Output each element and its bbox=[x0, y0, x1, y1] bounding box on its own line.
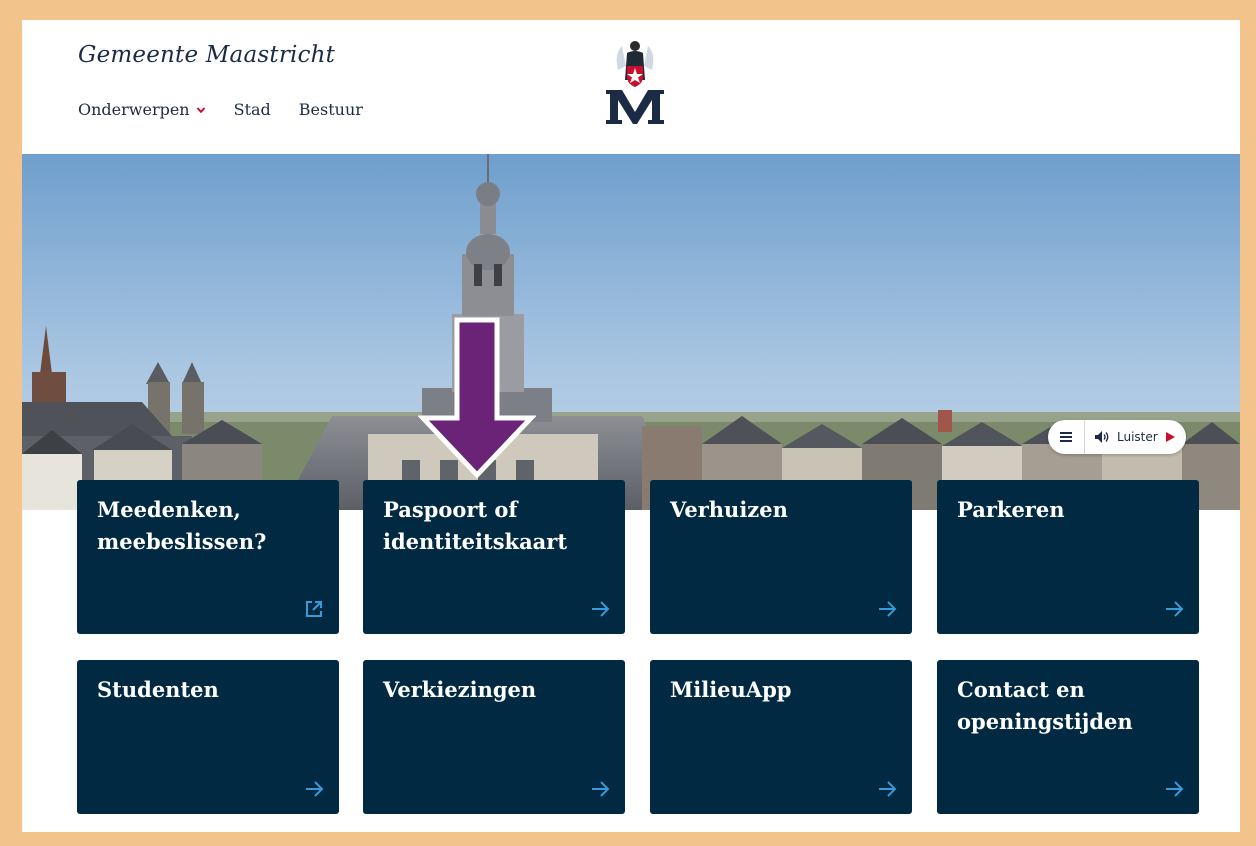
tile-verhuizen[interactable]: Verhuizen bbox=[650, 480, 912, 634]
site-title[interactable]: Gemeente Maastricht bbox=[78, 42, 335, 68]
arrow-right-icon bbox=[306, 781, 324, 797]
chevron-down-icon bbox=[196, 106, 205, 113]
nav-item-label: Stad bbox=[233, 100, 271, 119]
main-nav: Onderwerpen Stad Bestuur bbox=[78, 100, 363, 119]
arrow-right-icon bbox=[1166, 601, 1184, 617]
tile-milieuapp[interactable]: MilieuApp bbox=[650, 660, 912, 814]
listen-button[interactable]: Luister bbox=[1085, 430, 1186, 444]
read-aloud-widget: Luister bbox=[1048, 420, 1186, 454]
hamburger-menu-icon bbox=[1060, 432, 1072, 442]
arrow-right-icon bbox=[592, 781, 610, 797]
tile-verkiezingen[interactable]: Verkiezingen bbox=[363, 660, 625, 814]
tile-contact[interactable]: Contact en openingstijden bbox=[937, 660, 1199, 814]
tile-title: Contact en openingstijden bbox=[957, 677, 1133, 734]
hero-image bbox=[22, 154, 1240, 510]
annotation-down-arrow-icon bbox=[418, 317, 536, 479]
nav-item-stad[interactable]: Stad bbox=[234, 100, 271, 119]
nav-item-bestuur[interactable]: Bestuur bbox=[299, 100, 363, 119]
tile-title: Paspoort of identiteitskaart bbox=[383, 497, 568, 554]
listen-label: Luister bbox=[1117, 430, 1158, 444]
play-icon bbox=[1165, 432, 1175, 442]
arrow-right-icon bbox=[879, 781, 897, 797]
nav-item-label: Onderwerpen bbox=[78, 100, 190, 119]
tile-title: Studenten bbox=[97, 677, 219, 702]
tile-title: MilieuApp bbox=[670, 677, 792, 702]
tile-studenten[interactable]: Studenten bbox=[77, 660, 339, 814]
listen-menu-button[interactable] bbox=[1048, 420, 1085, 454]
tile-title: Parkeren bbox=[957, 497, 1065, 522]
tile-title: Verhuizen bbox=[670, 497, 788, 522]
browser-viewport: Gemeente Maastricht Onderwerpen Stad Bes… bbox=[22, 20, 1240, 832]
arrow-right-icon bbox=[592, 601, 610, 617]
external-link-icon bbox=[306, 601, 322, 617]
nav-item-label: Bestuur bbox=[298, 100, 363, 119]
arrow-right-icon bbox=[879, 601, 897, 617]
tile-parkeren[interactable]: Parkeren bbox=[937, 480, 1199, 634]
maastricht-logo[interactable] bbox=[600, 36, 670, 128]
tile-meedenken[interactable]: Meedenken, meebeslissen? bbox=[77, 480, 339, 634]
tile-title: Meedenken, meebeslissen? bbox=[97, 497, 267, 554]
tile-title: Verkiezingen bbox=[383, 677, 537, 702]
tile-paspoort[interactable]: Paspoort of identiteitskaart bbox=[363, 480, 625, 634]
speaker-icon bbox=[1095, 431, 1109, 443]
nav-item-onderwerpen[interactable]: Onderwerpen bbox=[78, 100, 206, 119]
arrow-right-icon bbox=[1166, 781, 1184, 797]
